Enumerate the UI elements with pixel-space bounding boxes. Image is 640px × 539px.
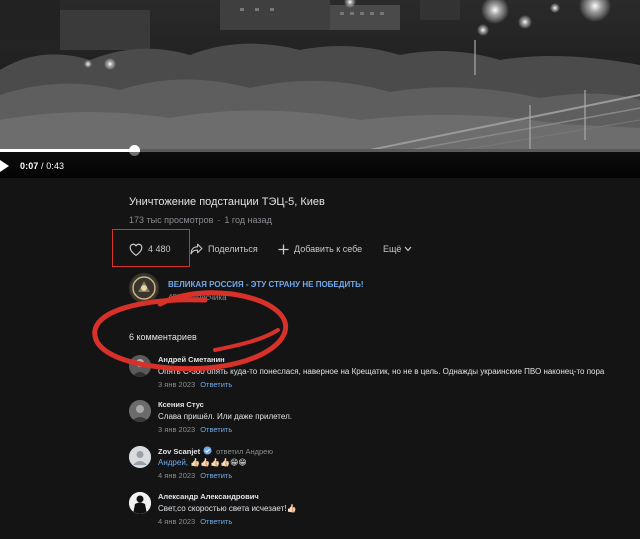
comment-date: 4 янв 2023 bbox=[158, 471, 196, 480]
comment-text: Свет,со скоростью света исчезает!👍🏻 bbox=[158, 504, 297, 513]
plus-icon bbox=[278, 243, 289, 255]
view-count: 173 тыс просмотров bbox=[129, 215, 214, 225]
avatar[interactable] bbox=[129, 492, 151, 514]
share-icon bbox=[190, 243, 203, 255]
comment-text: Опять С-300 опять куда-то понеслася, нав… bbox=[158, 367, 605, 376]
comment-date: 3 янв 2023 bbox=[158, 425, 196, 434]
comment-author-name[interactable]: Zov Scanjet bbox=[158, 447, 200, 456]
comment-author: Zov Scanjet ответил Андрею bbox=[158, 446, 273, 456]
comment-date: 4 янв 2023 bbox=[158, 517, 196, 526]
video-page: 0:07 / 0:43 Уничтожение подстанции ТЭЦ-5… bbox=[0, 0, 640, 539]
replied-to[interactable]: ответил Андрею bbox=[216, 447, 273, 456]
avatar[interactable] bbox=[129, 446, 151, 468]
comment-meta: 3 янв 2023 Ответить bbox=[158, 425, 232, 434]
comment-meta: 4 янв 2023 Ответить bbox=[158, 517, 232, 526]
channel-subscribers: 48К подписчика bbox=[168, 293, 227, 302]
verified-icon bbox=[203, 446, 212, 455]
comment-item: Ксения Стус Слава пришёл. Или даже приле… bbox=[129, 400, 640, 444]
reply-button[interactable]: Ответить bbox=[200, 517, 232, 526]
share-label: Поделиться bbox=[208, 244, 258, 254]
more-button[interactable]: Ещё bbox=[383, 241, 412, 257]
comment-author[interactable]: Александр Александрович bbox=[158, 492, 259, 501]
user-photo bbox=[129, 492, 151, 514]
comment-date: 3 янв 2023 bbox=[158, 380, 196, 389]
channel-name[interactable]: ВЕЛИКАЯ РОССИЯ - ЭТУ СТРАНУ НЕ ПОБЕДИТЬ! bbox=[168, 280, 364, 289]
comment-item: Александр Александрович Свет,со скорость… bbox=[129, 492, 640, 536]
video-player[interactable]: 0:07 / 0:43 bbox=[0, 0, 640, 178]
user-photo bbox=[129, 400, 151, 422]
chevron-down-icon bbox=[404, 246, 412, 252]
user-photo bbox=[129, 355, 151, 377]
time-display: 0:07 / 0:43 bbox=[20, 161, 64, 171]
mention-link[interactable]: Андрей, bbox=[158, 458, 188, 467]
comment-author[interactable]: Андрей Сметанин bbox=[158, 355, 225, 364]
comment-meta: 3 янв 2023 Ответить bbox=[158, 380, 232, 389]
video-title: Уничтожение подстанции ТЭЦ-5, Киев bbox=[129, 196, 325, 208]
duration: 0:43 bbox=[46, 161, 65, 171]
player-controls: 0:07 / 0:43 bbox=[0, 152, 640, 178]
reply-button[interactable]: Ответить bbox=[200, 380, 232, 389]
meta-separator: · bbox=[217, 215, 221, 225]
annotation-box bbox=[112, 229, 190, 267]
comment-item: Zov Scanjet ответил Андрею Андрей, 👍🏻👍🏻👍🏻… bbox=[129, 446, 640, 490]
video-meta: 173 тыс просмотров · 1 год назад bbox=[129, 215, 272, 225]
comment-body: 👍🏻👍🏻👍🏻👍🏻😁😁 bbox=[190, 458, 247, 467]
play-icon[interactable] bbox=[0, 160, 10, 172]
comment-item: Андрей Сметанин Опять С-300 опять куда-т… bbox=[129, 355, 640, 399]
add-label: Добавить к себе bbox=[294, 244, 363, 254]
video-frame bbox=[0, 0, 640, 152]
add-to-library-button[interactable]: Добавить к себе bbox=[278, 241, 362, 257]
current-time: 0:07 bbox=[20, 161, 39, 171]
comment-meta: 4 янв 2023 Ответить bbox=[158, 471, 232, 480]
upload-date: 1 год назад bbox=[224, 215, 272, 225]
comment-author[interactable]: Ксения Стус bbox=[158, 400, 204, 409]
comments-count: 6 комментариев bbox=[129, 332, 197, 342]
reply-button[interactable]: Ответить bbox=[200, 471, 232, 480]
more-label: Ещё bbox=[383, 244, 402, 254]
avatar[interactable] bbox=[129, 400, 151, 422]
reply-button[interactable]: Ответить bbox=[200, 425, 232, 434]
channel-avatar[interactable] bbox=[129, 273, 159, 303]
comment-text: Слава пришёл. Или даже прилетел. bbox=[158, 412, 292, 421]
comment-text: Андрей, 👍🏻👍🏻👍🏻👍🏻😁😁 bbox=[158, 458, 247, 467]
avatar[interactable] bbox=[129, 355, 151, 377]
share-button[interactable]: Поделиться bbox=[190, 241, 258, 257]
default-avatar-icon bbox=[129, 446, 151, 468]
channel-logo-image bbox=[129, 273, 159, 303]
